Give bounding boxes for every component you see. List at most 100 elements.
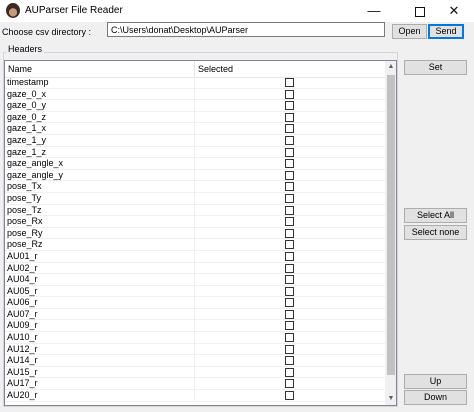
scroll-up-icon[interactable]: ▲: [385, 61, 396, 73]
selected-checkbox[interactable]: [285, 135, 294, 145]
header-name-cell: pose_Ry: [7, 227, 43, 238]
cell-divider: [194, 123, 195, 134]
selected-checkbox[interactable]: [285, 89, 294, 99]
selected-checkbox[interactable]: [285, 159, 294, 169]
selected-checkbox[interactable]: [285, 147, 294, 157]
table-row[interactable]: AU14_r: [5, 355, 385, 367]
cell-divider: [194, 111, 195, 123]
table-row[interactable]: AU05_r: [5, 285, 385, 298]
selected-checkbox[interactable]: [285, 321, 294, 331]
table-row[interactable]: pose_Ry: [5, 227, 385, 240]
selected-checkbox[interactable]: [285, 298, 294, 308]
header-name-cell: gaze_angle_y: [7, 169, 64, 180]
header-name-cell: AU14_r: [7, 355, 38, 366]
table-row[interactable]: pose_Rx: [5, 216, 385, 228]
selected-checkbox[interactable]: [285, 251, 294, 261]
selected-checkbox[interactable]: [285, 217, 294, 227]
selected-checkbox[interactable]: [285, 124, 294, 134]
table-row[interactable]: gaze_angle_y: [5, 169, 385, 182]
table-row[interactable]: AU07_r: [5, 308, 385, 321]
table-row[interactable]: pose_Rz: [5, 239, 385, 251]
selected-checkbox[interactable]: [285, 379, 294, 389]
table-row[interactable]: AU20_r: [5, 390, 385, 402]
table-row[interactable]: AU12_r: [5, 343, 385, 356]
directory-input[interactable]: [107, 22, 385, 37]
table-row[interactable]: AU17_r: [5, 378, 385, 391]
scrollbar-thumb[interactable]: [387, 75, 395, 375]
cell-divider: [194, 204, 195, 216]
header-name-cell: pose_Rx: [7, 216, 43, 227]
selected-checkbox[interactable]: [285, 170, 294, 180]
maximize-icon: [415, 6, 425, 17]
selected-checkbox[interactable]: [285, 112, 294, 122]
header-name-cell: gaze_angle_x: [7, 158, 64, 169]
selected-checkbox[interactable]: [285, 78, 294, 87]
table-row[interactable]: gaze_1_y: [5, 134, 385, 147]
column-divider[interactable]: [194, 61, 195, 77]
cell-divider: [194, 216, 195, 227]
table-row[interactable]: pose_Ty: [5, 192, 385, 205]
selected-checkbox[interactable]: [285, 275, 294, 285]
cell-divider: [194, 297, 195, 308]
cell-divider: [194, 366, 195, 378]
header-name-cell: AU04_r: [7, 274, 38, 285]
selected-checkbox[interactable]: [285, 228, 294, 238]
cell-divider: [194, 308, 195, 320]
header-name-cell: gaze_0_y: [7, 100, 47, 111]
directory-label: Choose csv directory :: [2, 27, 92, 37]
header-name-cell: AU17_r: [7, 378, 38, 389]
header-name-cell: timestamp: [7, 77, 49, 87]
table-row[interactable]: AU04_r: [5, 274, 385, 286]
table-row[interactable]: pose_Tz: [5, 204, 385, 217]
selected-checkbox[interactable]: [285, 182, 294, 192]
selected-checkbox[interactable]: [285, 101, 294, 111]
selected-checkbox[interactable]: [285, 286, 294, 296]
table-row[interactable]: AU15_r: [5, 366, 385, 379]
table-row[interactable]: AU10_r: [5, 332, 385, 344]
cell-divider: [194, 239, 195, 250]
selected-checkbox[interactable]: [285, 263, 294, 273]
scroll-down-icon[interactable]: ▼: [385, 393, 396, 405]
table-row[interactable]: pose_Tx: [5, 181, 385, 193]
table-row[interactable]: gaze_0_z: [5, 111, 385, 124]
selected-checkbox[interactable]: [285, 367, 294, 377]
cell-divider: [194, 169, 195, 181]
table-row[interactable]: gaze_1_x: [5, 123, 385, 135]
window-title: AUParser File Reader: [25, 5, 123, 16]
header-name-cell: gaze_0_z: [7, 111, 47, 122]
table-row[interactable]: AU09_r: [5, 320, 385, 333]
selected-checkbox[interactable]: [285, 356, 294, 366]
up-button[interactable]: Up: [404, 374, 467, 389]
open-button[interactable]: Open: [392, 24, 427, 39]
set-button[interactable]: Set: [404, 60, 467, 75]
table-row[interactable]: AU06_r: [5, 297, 385, 309]
column-header-selected[interactable]: Selected: [198, 61, 233, 77]
title-bar[interactable]: AUParser File Reader — ✕: [0, 0, 474, 22]
table-row[interactable]: gaze_0_x: [5, 88, 385, 101]
column-header-name[interactable]: Name: [8, 61, 32, 77]
selected-checkbox[interactable]: [285, 309, 294, 319]
cell-divider: [194, 250, 195, 262]
close-button[interactable]: ✕: [434, 0, 474, 22]
table-header: Name Selected: [5, 61, 385, 78]
cell-divider: [194, 285, 195, 297]
select-all-button[interactable]: Select All: [404, 208, 467, 223]
table-row[interactable]: AU02_r: [5, 262, 385, 275]
table-row[interactable]: timestamp: [5, 77, 385, 89]
down-button[interactable]: Down: [404, 390, 467, 405]
vertical-scrollbar[interactable]: ▲ ▼: [385, 61, 396, 405]
table-row[interactable]: AU01_r: [5, 250, 385, 263]
header-name-cell: pose_Tx: [7, 181, 42, 192]
selected-checkbox[interactable]: [285, 193, 294, 203]
send-button[interactable]: Send: [428, 24, 464, 39]
selected-checkbox[interactable]: [285, 391, 294, 401]
selected-checkbox[interactable]: [285, 344, 294, 354]
table-row[interactable]: gaze_0_y: [5, 100, 385, 112]
selected-checkbox[interactable]: [285, 333, 294, 343]
selected-checkbox[interactable]: [285, 240, 294, 250]
table-row[interactable]: gaze_1_z: [5, 146, 385, 159]
minimize-button[interactable]: —: [354, 0, 394, 22]
selected-checkbox[interactable]: [285, 205, 294, 215]
select-none-button[interactable]: Select none: [404, 225, 467, 240]
table-row[interactable]: gaze_angle_x: [5, 158, 385, 170]
